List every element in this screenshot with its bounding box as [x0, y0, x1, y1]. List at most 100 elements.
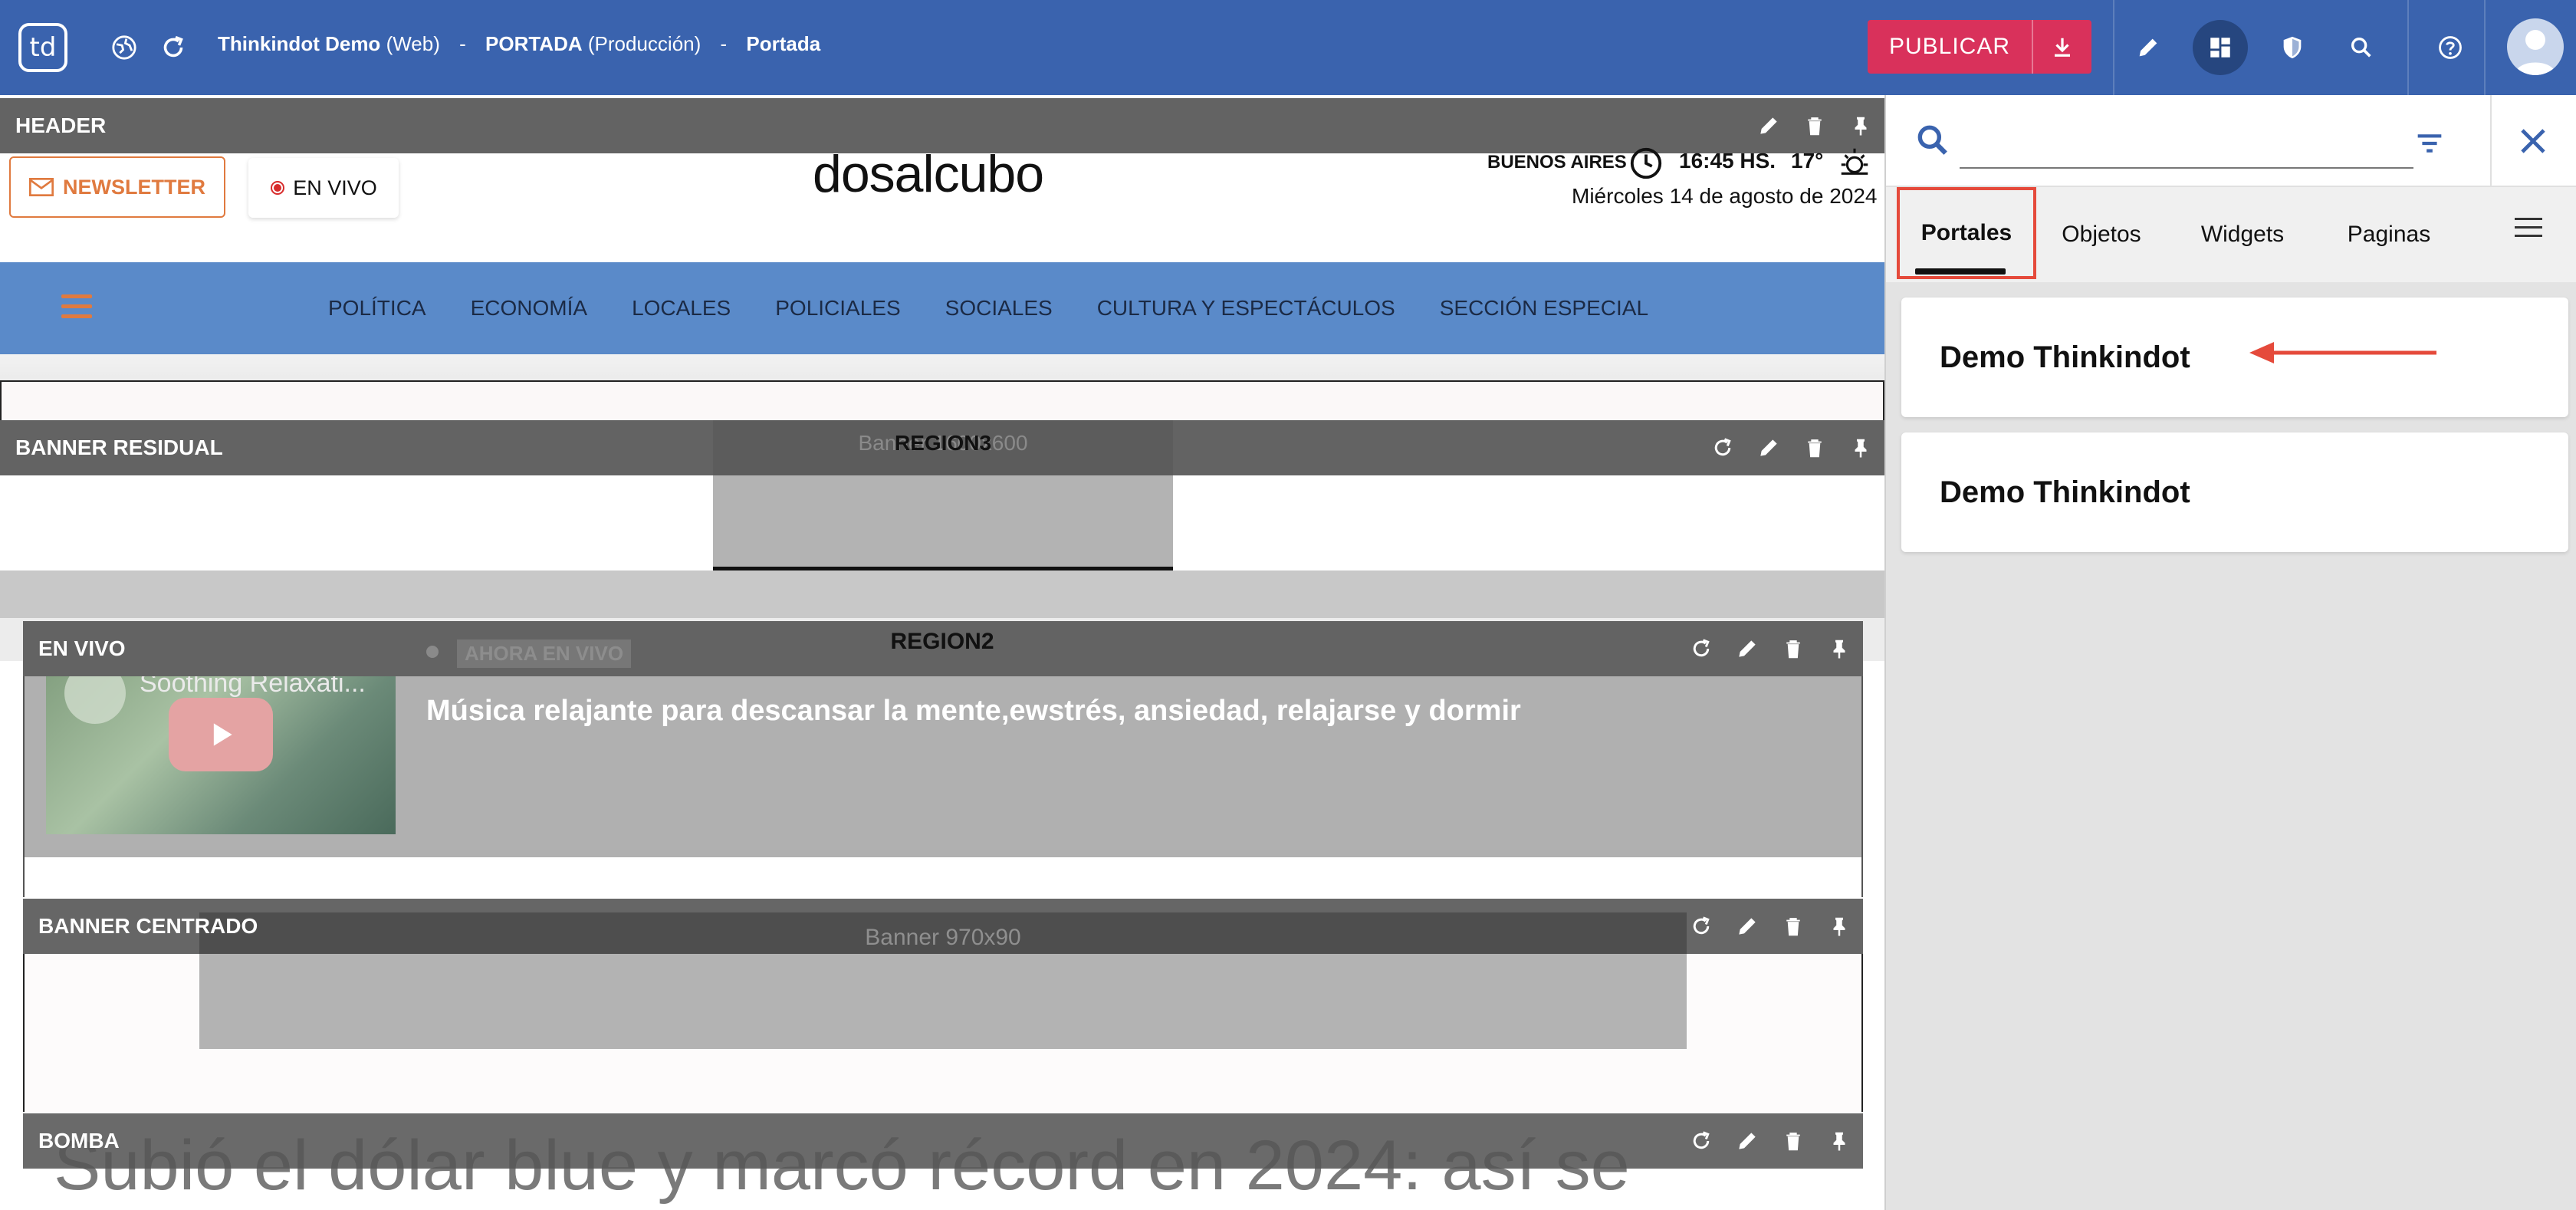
section-label: HEADER	[15, 113, 107, 137]
close-icon[interactable]	[2515, 123, 2551, 163]
globe-icon[interactable]	[104, 28, 144, 67]
brand-part: cubo	[933, 145, 1044, 203]
breadcrumb: Thinkindot Demo (Web) - PORTADA (Producc…	[218, 32, 820, 56]
active-tab-indicator	[1915, 268, 2006, 275]
temperature: 17°	[1791, 149, 1824, 173]
avatar[interactable]	[2507, 18, 2564, 75]
brand-part: dos	[813, 145, 895, 203]
current-time: 16:45 HS.	[1679, 149, 1776, 173]
nav-item-locales[interactable]: LOCALES	[632, 296, 731, 321]
side-panel: Portales Objetos Widgets Paginas Demo Th…	[1884, 95, 2576, 1210]
en-vivo-label: EN VIVO	[293, 176, 377, 199]
tab-widgets[interactable]: Widgets	[2185, 187, 2300, 282]
banner-970-label: Banner 970x90	[865, 925, 1021, 950]
clock-icon	[1628, 146, 1664, 185]
nav-items: POLÍTICA ECONOMÍA LOCALES POLICIALES SOC…	[328, 296, 1648, 321]
nav-item-seccion-especial[interactable]: SECCIÓN ESPECIAL	[1440, 296, 1648, 321]
video-headline[interactable]: Música relajante para descansar la mente…	[426, 695, 1521, 728]
pin-icon[interactable]	[1845, 432, 1877, 464]
site-name: Thinkindot Demo	[218, 32, 381, 55]
pencil-icon[interactable]	[1731, 1125, 1763, 1157]
refresh-icon[interactable]	[153, 28, 193, 67]
trash-icon[interactable]	[1799, 110, 1831, 142]
top-bar: td Thinkindot Demo (Web) - PORTADA (Prod…	[0, 0, 2576, 95]
app-logo[interactable]: td	[18, 23, 67, 72]
filter-icon[interactable]	[2412, 126, 2447, 165]
help-icon[interactable]	[2430, 28, 2470, 67]
refresh-icon[interactable]	[1685, 910, 1717, 942]
publish-button[interactable]: PUBLICAR	[1868, 20, 2032, 74]
breadcrumb-separator: -	[459, 32, 466, 55]
banner-970-placeholder[interactable]	[199, 954, 1687, 1049]
pin-icon[interactable]	[1823, 1125, 1855, 1157]
region3-overlay[interactable]	[713, 475, 1173, 570]
panel-search-input[interactable]	[1960, 126, 2413, 169]
search-icon[interactable]	[2341, 28, 2381, 67]
mail-icon	[29, 178, 54, 196]
breadcrumb-current: Portada	[746, 32, 821, 55]
layout-icon[interactable]	[2200, 28, 2240, 67]
pin-icon[interactable]	[1823, 910, 1855, 942]
panel-search-bar	[1886, 95, 2576, 187]
portal-card[interactable]: Demo Thinkindot	[1901, 298, 2568, 417]
trash-icon[interactable]	[1799, 432, 1831, 464]
tab-portales[interactable]: Portales	[1897, 187, 2036, 279]
region2-label: REGION2	[890, 629, 994, 654]
play-button[interactable]	[169, 698, 273, 771]
refresh-icon[interactable]	[1707, 432, 1739, 464]
download-icon	[2055, 38, 2070, 57]
play-icon	[213, 723, 232, 746]
page-env: (Producción)	[587, 32, 702, 55]
refresh-icon[interactable]	[1685, 1125, 1717, 1157]
pencil-icon[interactable]	[1753, 432, 1785, 464]
pencil-icon[interactable]	[1753, 110, 1785, 142]
nav-item-policiales[interactable]: POLICIALES	[775, 296, 900, 321]
region3-label: REGION3	[894, 431, 992, 455]
shield-icon[interactable]	[2272, 28, 2312, 67]
brand-part: al	[894, 145, 935, 203]
region2-strip	[0, 570, 1884, 618]
live-badge: AHORA EN VIVO	[457, 640, 632, 668]
toolbar-divider	[2407, 0, 2409, 95]
download-button[interactable]	[2032, 20, 2091, 74]
section-label: BOMBA	[38, 1129, 120, 1152]
page-name: PORTADA	[485, 32, 583, 55]
tab-paginas[interactable]: Paginas	[2328, 187, 2450, 282]
site-type: (Web)	[386, 32, 440, 55]
nav-item-sociales[interactable]: SOCIALES	[945, 296, 1053, 321]
nav-item-economia[interactable]: ECONOMÍA	[471, 296, 587, 321]
section-tools	[1685, 899, 1855, 954]
en-vivo-button[interactable]: EN VIVO	[248, 158, 399, 218]
nav-item-cultura[interactable]: CULTURA Y ESPECTÁCULOS	[1097, 296, 1395, 321]
pin-icon[interactable]	[1845, 110, 1877, 142]
sun-icon	[1837, 144, 1872, 183]
en-vivo-bottom	[23, 857, 1863, 897]
pencil-icon[interactable]	[2128, 28, 2168, 67]
section-tools	[1685, 1113, 1855, 1169]
panel-tabs: Portales Objetos Widgets Paginas	[1886, 187, 2576, 282]
trash-icon[interactable]	[1777, 910, 1809, 942]
search-icon	[1914, 121, 1952, 163]
section-tools	[1707, 420, 1877, 475]
toolbar-divider	[2484, 0, 2486, 95]
arrow-annotation-icon	[2246, 337, 2438, 372]
tab-objetos[interactable]: Objetos	[2047, 187, 2156, 282]
section-bar-bomba[interactable]: BOMBA	[23, 1113, 1863, 1169]
breadcrumb-separator: -	[720, 32, 728, 55]
hamburger-menu-icon[interactable]	[61, 294, 92, 322]
newsletter-label: NEWSLETTER	[63, 175, 205, 199]
pencil-icon[interactable]	[1731, 910, 1763, 942]
newsletter-button[interactable]: NEWSLETTER	[9, 156, 225, 218]
nav-item-politica[interactable]: POLÍTICA	[328, 296, 426, 321]
site-navbar: POLÍTICA ECONOMÍA LOCALES POLICIALES SOC…	[0, 262, 1884, 354]
live-dot-icon	[271, 181, 285, 195]
panel-menu-icon[interactable]	[2515, 218, 2542, 243]
section-label: BANNER RESIDUAL	[15, 436, 223, 459]
panel-divider	[2490, 95, 2492, 187]
trash-icon[interactable]	[1777, 1125, 1809, 1157]
portal-card[interactable]: Demo Thinkindot	[1901, 432, 2568, 552]
site-brand-logo[interactable]: dosalcubo	[813, 144, 1044, 204]
weather-city: BUENOS AIRES	[1487, 152, 1627, 173]
toolbar-divider	[2113, 0, 2114, 95]
current-date: Miércoles 14 de agosto de 2024	[1572, 184, 1878, 208]
